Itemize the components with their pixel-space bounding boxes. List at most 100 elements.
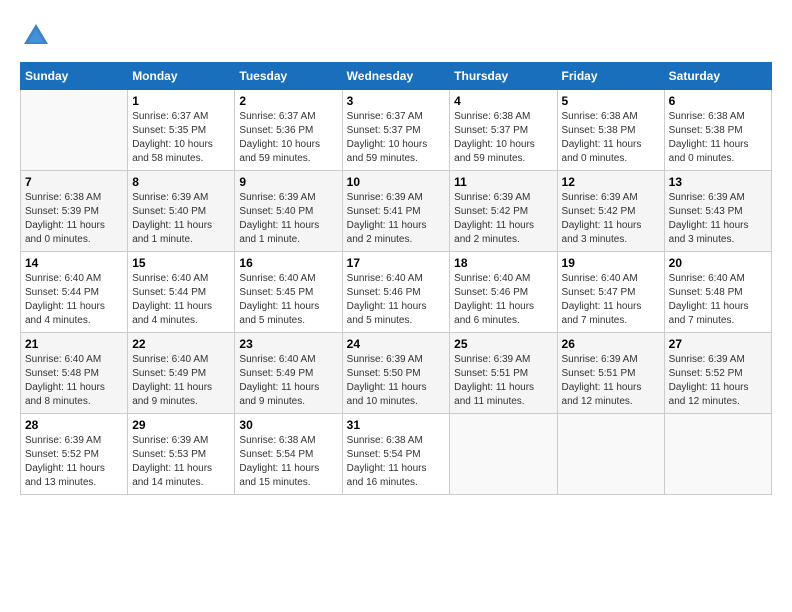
cell-info: Sunrise: 6:39 AMSunset: 5:40 PMDaylight:… (239, 191, 337, 247)
cell-date-number: 23 (239, 337, 337, 351)
cell-info: Sunrise: 6:37 AMSunset: 5:37 PMDaylight:… (347, 110, 446, 166)
cell-date-number: 12 (562, 175, 660, 189)
cell-date-number: 28 (25, 418, 123, 432)
cell-date-number: 5 (562, 94, 660, 108)
calendar-week-row: 28Sunrise: 6:39 AMSunset: 5:52 PMDayligh… (21, 414, 772, 495)
cell-info: Sunrise: 6:40 AMSunset: 5:46 PMDaylight:… (347, 272, 446, 328)
calendar-cell: 18Sunrise: 6:40 AMSunset: 5:46 PMDayligh… (450, 252, 557, 333)
calendar-cell (664, 414, 771, 495)
cell-info: Sunrise: 6:40 AMSunset: 5:49 PMDaylight:… (239, 353, 337, 409)
cell-info: Sunrise: 6:37 AMSunset: 5:35 PMDaylight:… (132, 110, 230, 166)
cell-date-number: 6 (669, 94, 767, 108)
cell-date-number: 31 (347, 418, 446, 432)
cell-date-number: 25 (454, 337, 552, 351)
cell-date-number: 14 (25, 256, 123, 270)
cell-info: Sunrise: 6:39 AMSunset: 5:41 PMDaylight:… (347, 191, 446, 247)
cell-date-number: 13 (669, 175, 767, 189)
calendar-cell: 8 Sunrise: 6:39 AMSunset: 5:40 PMDaylight… (128, 171, 235, 252)
logo-icon (20, 20, 52, 52)
calendar-cell: 23 Sunrise: 6:40 AMSunset: 5:49 PMDayligh… (235, 333, 342, 414)
cell-date-number: 24 (347, 337, 446, 351)
cell-info: Sunrise: 6:39 AMSunset: 5:42 PMDaylight:… (454, 191, 552, 247)
day-header-wednesday: Wednesday (342, 63, 450, 90)
cell-info: Sunrise: 6:40 AMSunset: 5:48 PMDaylight:… (25, 353, 123, 409)
calendar-cell: 16 Sunrise: 6:40 AMSunset: 5:45 PMDayligh… (235, 252, 342, 333)
cell-info: Sunrise: 6:39 AMSunset: 5:42 PMDaylight:… (562, 191, 660, 247)
cell-info: Sunrise: 6:40 AMSunset: 5:49 PMDaylight:… (132, 353, 230, 409)
calendar-cell: 19 Sunrise: 6:40 AMSunset: 5:47 PMDayligh… (557, 252, 664, 333)
cell-info: Sunrise: 6:40 AMSunset: 5:44 PMDaylight:… (25, 272, 123, 328)
cell-date-number: 22 (132, 337, 230, 351)
calendar-cell (21, 90, 128, 171)
day-header-thursday: Thursday (450, 63, 557, 90)
cell-date-number: 27 (669, 337, 767, 351)
calendar-cell: 28Sunrise: 6:39 AMSunset: 5:52 PMDayligh… (21, 414, 128, 495)
calendar-week-row: 21 Sunrise: 6:40 AMSunset: 5:48 PMDayligh… (21, 333, 772, 414)
calendar-cell: 10 Sunrise: 6:39 AMSunset: 5:41 PMDayligh… (342, 171, 450, 252)
cell-info: Sunrise: 6:40 AMSunset: 5:47 PMDaylight:… (562, 272, 660, 328)
cell-date-number: 20 (669, 256, 767, 270)
cell-date-number: 10 (347, 175, 446, 189)
cell-info: Sunrise: 6:39 AMSunset: 5:40 PMDaylight:… (132, 191, 230, 247)
day-header-friday: Friday (557, 63, 664, 90)
calendar-cell: 15 Sunrise: 6:40 AMSunset: 5:44 PMDayligh… (128, 252, 235, 333)
day-header-tuesday: Tuesday (235, 63, 342, 90)
cell-info: Sunrise: 6:40 AMSunset: 5:44 PMDaylight:… (132, 272, 230, 328)
cell-info: Sunrise: 6:39 AMSunset: 5:43 PMDaylight:… (669, 191, 767, 247)
cell-info: Sunrise: 6:38 AMSunset: 5:37 PMDaylight:… (454, 110, 552, 166)
calendar-cell: 9Sunrise: 6:39 AMSunset: 5:40 PMDaylight… (235, 171, 342, 252)
calendar-cell: 17 Sunrise: 6:40 AMSunset: 5:46 PMDayligh… (342, 252, 450, 333)
day-header-saturday: Saturday (664, 63, 771, 90)
cell-date-number: 21 (25, 337, 123, 351)
cell-date-number: 3 (347, 94, 446, 108)
calendar-cell: 4 Sunrise: 6:38 AMSunset: 5:37 PMDaylight… (450, 90, 557, 171)
calendar-week-row: 14 Sunrise: 6:40 AMSunset: 5:44 PMDayligh… (21, 252, 772, 333)
calendar-cell: 6Sunrise: 6:38 AMSunset: 5:38 PMDaylight… (664, 90, 771, 171)
calendar-week-row: 1 Sunrise: 6:37 AMSunset: 5:35 PMDaylight… (21, 90, 772, 171)
calendar-cell: 24Sunrise: 6:39 AMSunset: 5:50 PMDayligh… (342, 333, 450, 414)
cell-date-number: 8 (132, 175, 230, 189)
calendar-table: SundayMondayTuesdayWednesdayThursdayFrid… (20, 62, 772, 495)
cell-date-number: 11 (454, 175, 552, 189)
calendar-header-row: SundayMondayTuesdayWednesdayThursdayFrid… (21, 63, 772, 90)
day-header-monday: Monday (128, 63, 235, 90)
cell-info: Sunrise: 6:39 AMSunset: 5:53 PMDaylight:… (132, 434, 230, 490)
calendar-cell: 31Sunrise: 6:38 AMSunset: 5:54 PMDayligh… (342, 414, 450, 495)
calendar-cell: 14 Sunrise: 6:40 AMSunset: 5:44 PMDayligh… (21, 252, 128, 333)
cell-info: Sunrise: 6:40 AMSunset: 5:48 PMDaylight:… (669, 272, 767, 328)
page-header (20, 20, 772, 52)
calendar-cell: 5 Sunrise: 6:38 AMSunset: 5:38 PMDaylight… (557, 90, 664, 171)
calendar-cell: 27Sunrise: 6:39 AMSunset: 5:52 PMDayligh… (664, 333, 771, 414)
cell-date-number: 2 (239, 94, 337, 108)
calendar-cell (557, 414, 664, 495)
cell-date-number: 17 (347, 256, 446, 270)
cell-date-number: 7 (25, 175, 123, 189)
calendar-cell: 3 Sunrise: 6:37 AMSunset: 5:37 PMDaylight… (342, 90, 450, 171)
cell-date-number: 19 (562, 256, 660, 270)
cell-date-number: 4 (454, 94, 552, 108)
cell-info: Sunrise: 6:38 AMSunset: 5:38 PMDaylight:… (562, 110, 660, 166)
calendar-cell: 2Sunrise: 6:37 AMSunset: 5:36 PMDaylight… (235, 90, 342, 171)
cell-info: Sunrise: 6:38 AMSunset: 5:39 PMDaylight:… (25, 191, 123, 247)
calendar-week-row: 7 Sunrise: 6:38 AMSunset: 5:39 PMDaylight… (21, 171, 772, 252)
cell-info: Sunrise: 6:40 AMSunset: 5:45 PMDaylight:… (239, 272, 337, 328)
calendar-cell: 11 Sunrise: 6:39 AMSunset: 5:42 PMDayligh… (450, 171, 557, 252)
calendar-cell: 29 Sunrise: 6:39 AMSunset: 5:53 PMDayligh… (128, 414, 235, 495)
cell-info: Sunrise: 6:39 AMSunset: 5:51 PMDaylight:… (562, 353, 660, 409)
calendar-cell: 22 Sunrise: 6:40 AMSunset: 5:49 PMDayligh… (128, 333, 235, 414)
cell-date-number: 29 (132, 418, 230, 432)
logo (20, 20, 56, 52)
calendar-cell: 1 Sunrise: 6:37 AMSunset: 5:35 PMDaylight… (128, 90, 235, 171)
cell-date-number: 1 (132, 94, 230, 108)
calendar-cell: 12 Sunrise: 6:39 AMSunset: 5:42 PMDayligh… (557, 171, 664, 252)
cell-date-number: 15 (132, 256, 230, 270)
cell-date-number: 16 (239, 256, 337, 270)
calendar-cell: 7 Sunrise: 6:38 AMSunset: 5:39 PMDaylight… (21, 171, 128, 252)
calendar-cell: 26 Sunrise: 6:39 AMSunset: 5:51 PMDayligh… (557, 333, 664, 414)
cell-date-number: 18 (454, 256, 552, 270)
day-header-sunday: Sunday (21, 63, 128, 90)
calendar-cell: 25Sunrise: 6:39 AMSunset: 5:51 PMDayligh… (450, 333, 557, 414)
calendar-cell: 30Sunrise: 6:38 AMSunset: 5:54 PMDayligh… (235, 414, 342, 495)
cell-date-number: 26 (562, 337, 660, 351)
calendar-cell: 20 Sunrise: 6:40 AMSunset: 5:48 PMDayligh… (664, 252, 771, 333)
